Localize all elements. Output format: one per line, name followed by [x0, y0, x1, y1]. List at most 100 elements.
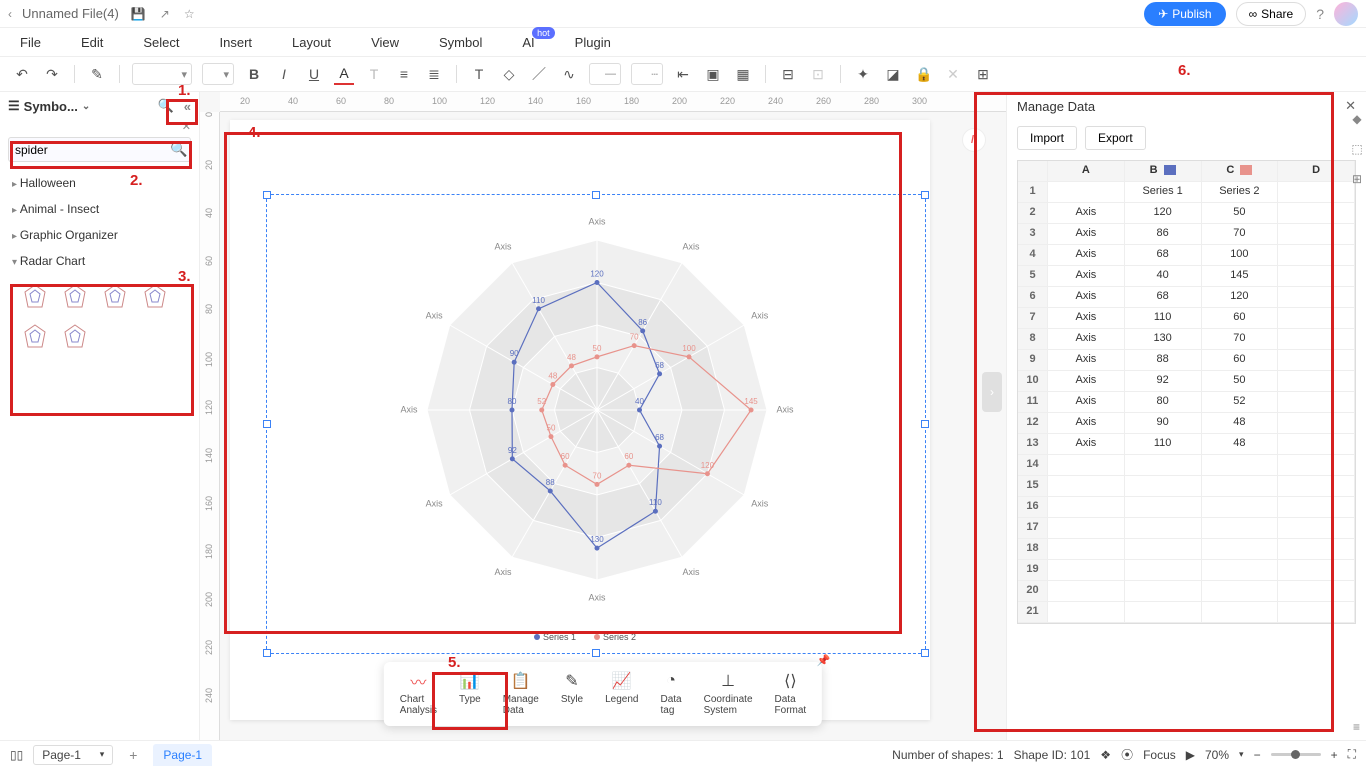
handle-tl[interactable]	[263, 191, 271, 199]
chart-datatag-button[interactable]: ◔Data tag	[650, 668, 691, 720]
menu-ai[interactable]: AIhot	[522, 35, 534, 50]
undo-icon[interactable]: ↶	[12, 64, 32, 85]
radar-shape-1[interactable]	[18, 280, 52, 314]
open-external-icon[interactable]: ↗	[158, 5, 172, 23]
fontsize-select[interactable]: ▾	[202, 63, 234, 85]
chart-analysis-button[interactable]: 〰Chart Analysis	[390, 668, 447, 720]
fontcolor-icon[interactable]: A	[334, 63, 354, 85]
page-select[interactable]: Page-1 ▾	[33, 745, 113, 765]
category-radar[interactable]: Radar Chart	[8, 248, 191, 274]
chart-style-button[interactable]: ✎Style	[551, 668, 593, 720]
library-icon[interactable]: ☰	[8, 98, 20, 114]
collapse-left-icon[interactable]: «	[184, 99, 191, 114]
zoom-out-icon[interactable]: −	[1254, 748, 1261, 762]
menu-select[interactable]: Select	[143, 35, 179, 50]
crop-icon[interactable]: ◪	[883, 64, 903, 85]
group-icon[interactable]: ▦	[733, 64, 753, 85]
canvas-page[interactable]: AxisAxisAxisAxisAxisAxisAxisAxisAxisAxis…	[230, 120, 930, 720]
line-style-icon[interactable]: ∿	[559, 64, 579, 85]
zoom-value[interactable]: 70%	[1205, 748, 1229, 762]
canvas[interactable]: 2040608010012014016018020022024026028030…	[200, 92, 1006, 740]
format-painter-icon[interactable]: ✎	[87, 64, 107, 85]
menu-layout[interactable]: Layout	[292, 35, 331, 50]
italic-icon[interactable]: I	[274, 64, 294, 84]
handle-br[interactable]	[921, 649, 929, 657]
page-tab[interactable]: Page-1	[153, 744, 212, 766]
handle-tm[interactable]	[592, 191, 600, 199]
present-icon[interactable]: ▶	[1186, 748, 1195, 762]
distribute-icon[interactable]: ⊡	[808, 64, 828, 85]
menu-insert[interactable]: Insert	[220, 35, 253, 50]
search-toggle-icon[interactable]: 🔍	[158, 98, 174, 114]
line-color-icon[interactable]: ／	[529, 62, 549, 86]
add-page-button[interactable]: +	[123, 747, 143, 763]
avatar[interactable]	[1334, 2, 1358, 26]
zoom-slider[interactable]	[1271, 753, 1321, 756]
radar-shape-2[interactable]	[58, 280, 92, 314]
publish-button[interactable]: ✈ Publish	[1144, 2, 1225, 26]
menu-file[interactable]: File	[20, 35, 41, 50]
search-input[interactable]	[15, 143, 170, 157]
theme-icon[interactable]: ◆	[1352, 112, 1361, 126]
chart-type-button[interactable]: 📊Type	[449, 668, 491, 720]
tools-icon[interactable]: ✕	[943, 64, 963, 85]
manage-data-button[interactable]: 📋Manage Data	[493, 668, 549, 720]
layers-status-icon[interactable]: ❖	[1100, 748, 1111, 762]
collapse-right-icon[interactable]: ≡	[1353, 720, 1360, 734]
text-icon[interactable]: T	[469, 64, 489, 84]
more-icon[interactable]: ⊞	[973, 64, 993, 85]
radar-shape-6[interactable]	[58, 320, 92, 354]
close-search-icon[interactable]: ✕	[0, 120, 199, 133]
focus-icon[interactable]: ⦿	[1121, 746, 1133, 763]
save-icon[interactable]: 💾	[129, 5, 148, 23]
data-table[interactable]: AB C D1Series 1Series 22Axis120503Axis86…	[1017, 160, 1356, 624]
fullscreen-icon[interactable]: ⛶	[1348, 747, 1356, 762]
layers-icon[interactable]: ⬚	[1351, 142, 1362, 156]
text-vert-icon[interactable]: T	[364, 64, 384, 84]
apps-icon[interactable]: ⊞	[1352, 172, 1362, 186]
menu-plugin[interactable]: Plugin	[575, 35, 611, 50]
align-top-icon[interactable]: ≣	[424, 64, 444, 85]
help-icon[interactable]: ?	[1316, 6, 1324, 22]
outline-icon[interactable]: ▯▯	[10, 748, 23, 762]
arrow-start-icon[interactable]: ⇤	[673, 64, 693, 85]
chevron-down-icon[interactable]: ⌄	[82, 101, 90, 112]
menu-view[interactable]: View	[371, 35, 399, 50]
zoom-in-icon[interactable]: +	[1331, 748, 1338, 762]
lock-icon[interactable]: 🔒	[913, 64, 933, 85]
expand-right-icon[interactable]: ›	[982, 372, 1002, 412]
line-dash-select[interactable]: ┄	[631, 63, 663, 85]
underline-icon[interactable]: U	[304, 64, 324, 84]
font-select[interactable]: ▾	[132, 63, 192, 85]
menu-symbol[interactable]: Symbol	[439, 35, 482, 50]
fill-icon[interactable]: ◇	[499, 64, 519, 85]
handle-bm[interactable]	[592, 649, 600, 657]
align-objects-icon[interactable]: ⊟	[778, 64, 798, 85]
search-icon[interactable]: 🔍	[170, 141, 187, 158]
radar-shape-5[interactable]	[18, 320, 52, 354]
handle-mr[interactable]	[921, 420, 929, 428]
star-icon[interactable]: ☆	[182, 5, 197, 23]
radar-shape-4[interactable]	[138, 280, 172, 314]
radar-shape-3[interactable]	[98, 280, 132, 314]
pin-icon[interactable]: 📌	[816, 654, 830, 667]
layer-icon[interactable]: ▣	[703, 64, 723, 85]
category-halloween[interactable]: Halloween	[8, 170, 191, 196]
category-graphic[interactable]: Graphic Organizer	[8, 222, 191, 248]
radar-chart[interactable]: AxisAxisAxisAxisAxisAxisAxisAxisAxisAxis…	[266, 194, 926, 654]
share-button[interactable]: ∞ Share	[1236, 2, 1307, 26]
handle-bl[interactable]	[263, 649, 271, 657]
chart-format-button[interactable]: ⟨⟩Data Format	[765, 668, 817, 720]
handle-ml[interactable]	[263, 420, 271, 428]
handle-tr[interactable]	[921, 191, 929, 199]
chart-coord-button[interactable]: ⊥Coordinate System	[694, 668, 763, 720]
effects-icon[interactable]: ✦	[853, 64, 873, 85]
export-button[interactable]: Export	[1085, 126, 1146, 150]
align-left-icon[interactable]: ≡	[394, 64, 414, 84]
redo-icon[interactable]: ↷	[42, 64, 62, 85]
import-button[interactable]: Import	[1017, 126, 1077, 150]
back-icon[interactable]: ‹	[8, 7, 12, 21]
menu-edit[interactable]: Edit	[81, 35, 103, 50]
chart-legend-button[interactable]: 📈Legend	[595, 668, 648, 720]
bold-icon[interactable]: B	[244, 64, 264, 84]
